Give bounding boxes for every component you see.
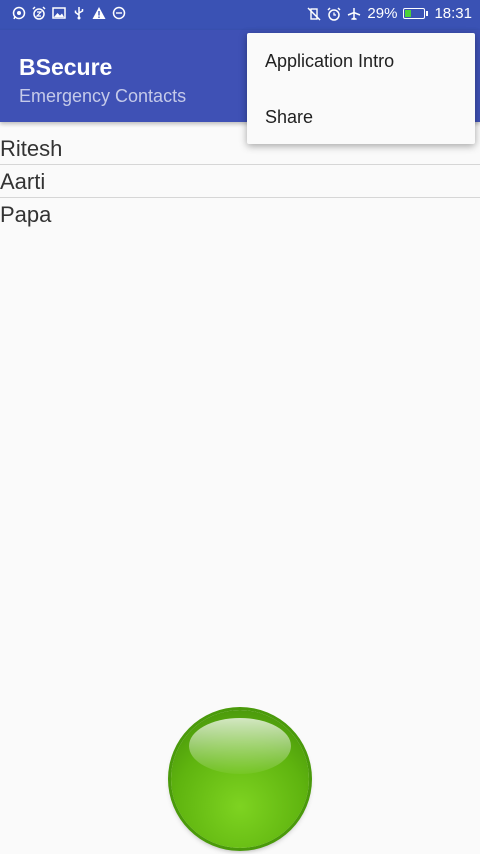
contact-item[interactable]: Aarti <box>0 165 480 198</box>
overflow-menu: Application Intro Share <box>247 33 475 144</box>
status-bar: 29% 18:31 <box>0 0 480 30</box>
contact-list: Ritesh Aarti Papa <box>0 132 480 231</box>
airplane-icon <box>347 7 361 21</box>
system-indicators: 29% 18:31 <box>307 5 472 22</box>
muted-vibrate-icon <box>307 6 321 21</box>
contact-item[interactable]: Papa <box>0 198 480 231</box>
app-title: BSecure <box>19 54 113 80</box>
emergency-button[interactable] <box>171 710 309 848</box>
notification-icons <box>12 6 126 20</box>
battery-fill <box>405 10 411 17</box>
battery-body <box>403 8 426 19</box>
alarm-icon <box>327 6 341 21</box>
clock: 18:31 <box>434 5 472 22</box>
battery-percent: 29% <box>367 5 398 22</box>
warning-icon <box>92 6 106 20</box>
battery-tip <box>426 11 429 16</box>
battery-icon <box>403 8 429 19</box>
alarm-snooze-icon <box>32 6 46 20</box>
whatsapp-icon <box>12 6 26 20</box>
menu-item-application-intro[interactable]: Application Intro <box>247 33 475 89</box>
button-highlight <box>189 718 291 774</box>
usb-icon <box>72 6 86 20</box>
image-icon <box>52 6 66 20</box>
menu-item-share[interactable]: Share <box>247 89 475 145</box>
app-subtitle: Emergency Contacts <box>19 86 187 106</box>
minus-circle-icon <box>112 6 126 20</box>
